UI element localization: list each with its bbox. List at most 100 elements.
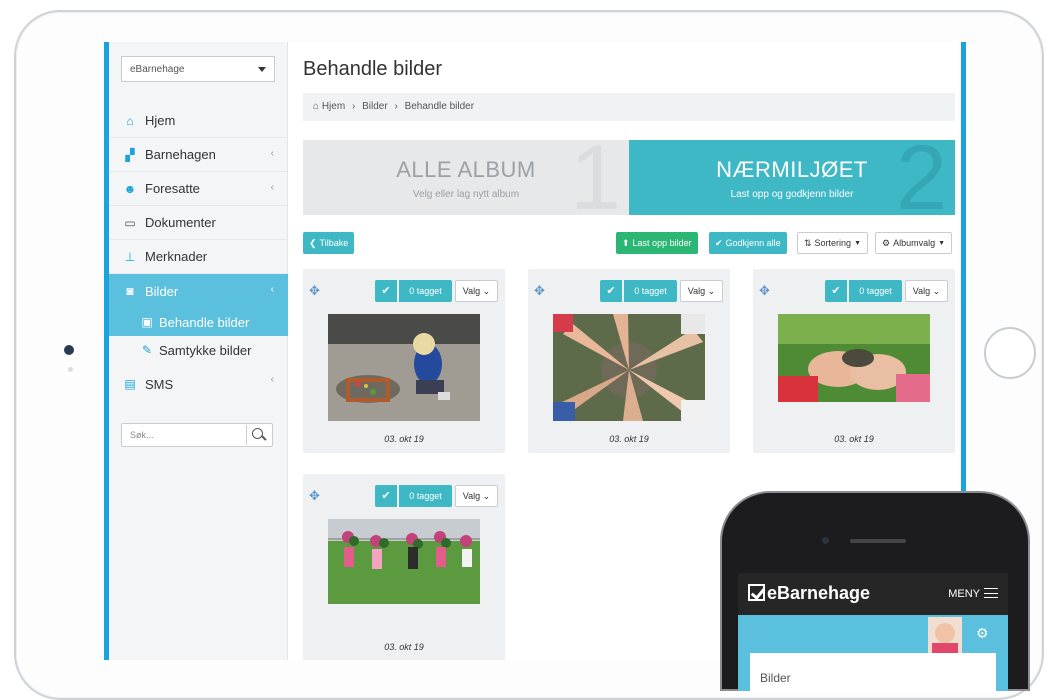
sidebar-item-foresatte[interactable]: ☻ Foresatte ‹ bbox=[109, 172, 288, 206]
wizard-step-subtitle: Velg eller lag nytt album bbox=[412, 189, 520, 200]
tag-count-button[interactable]: 0 tagget bbox=[399, 280, 452, 302]
tablet-sensor bbox=[68, 367, 73, 372]
camera-icon: ◙ bbox=[126, 284, 134, 298]
move-icon[interactable]: ✥ bbox=[309, 488, 320, 504]
image-card: ✥ ✔ 0 tagget Valg ⌄ 03. okt 19 bbox=[753, 269, 955, 453]
breadcrumb: ⌂ Hjem › Bilder › Behandle bilder bbox=[303, 93, 955, 121]
album-options-label: Albumvalg bbox=[893, 238, 936, 248]
sidebar-subitem-samtykke-bilder[interactable]: ✎ Samtykke bilder bbox=[109, 336, 288, 364]
sidebar-item-sms[interactable]: ▤ SMS ‹ bbox=[109, 364, 288, 404]
gears-icon: ⚙ bbox=[882, 237, 891, 248]
image-card: ✥ ✔ 0 tagget Valg ⌄ 03. okt 19 bbox=[303, 474, 505, 660]
gear-icon[interactable]: ⚙ bbox=[976, 625, 989, 642]
tag-count-button[interactable]: 0 tagget bbox=[849, 280, 902, 302]
wizard-step-title: ALLE ALBUM bbox=[396, 157, 536, 182]
sidebar-item-dokumenter[interactable]: ▭ Dokumenter bbox=[109, 206, 288, 240]
sidebar-item-label: Merknader bbox=[145, 249, 208, 264]
phone-content-card[interactable]: Bilder bbox=[750, 653, 996, 691]
check-circle-icon: ✔ bbox=[715, 237, 723, 248]
image-date: 03. okt 19 bbox=[834, 434, 874, 444]
sidebar-item-label: Bilder bbox=[145, 283, 179, 299]
home-icon: ⌂ bbox=[313, 101, 320, 112]
move-icon[interactable]: ✥ bbox=[534, 283, 545, 299]
avatar[interactable] bbox=[928, 617, 962, 653]
sidebar-item-label: Dokumenter bbox=[145, 215, 216, 230]
sidebar-search[interactable]: Søk... bbox=[121, 423, 273, 447]
back-button[interactable]: ❮ Tilbake bbox=[303, 232, 355, 254]
options-label: Valg bbox=[462, 491, 481, 501]
phone-screen: eBarnehage MENY ⚙ Bilder bbox=[738, 573, 1008, 691]
image-date: 03. okt 19 bbox=[384, 434, 424, 444]
photo-hands-frog[interactable] bbox=[778, 314, 930, 402]
tablet-camera bbox=[64, 345, 74, 355]
sidebar: eBarnehage ⌂ Hjem ▞ Barnehagen ‹ ☻ Fores… bbox=[109, 42, 288, 660]
tag-count-button[interactable]: 0 tagget bbox=[399, 485, 452, 507]
image-date: 03. okt 19 bbox=[609, 434, 649, 444]
search-input[interactable]: Søk... bbox=[130, 430, 154, 440]
sort-dropdown-label: Sortering bbox=[814, 238, 852, 248]
sidebar-item-merknader[interactable]: ⊥ Merknader bbox=[109, 240, 288, 274]
sidebar-nav: ⌂ Hjem ▞ Barnehagen ‹ ☻ Foresatte ‹ ▭ Do… bbox=[109, 104, 288, 404]
image-icon: ▣ bbox=[141, 315, 153, 329]
sort-dropdown[interactable]: ⇅ Sortering ▼ bbox=[797, 232, 869, 254]
breadcrumb-item-bilder[interactable]: Bilder bbox=[362, 101, 388, 112]
approve-check-button[interactable]: ✔ bbox=[600, 280, 622, 302]
wizard-step-subtitle: Last opp og godkjenn bilder bbox=[730, 189, 854, 200]
sitemap-icon: ▞ bbox=[125, 147, 135, 162]
phone-menu-button[interactable]: MENY bbox=[948, 588, 998, 600]
breadcrumb-separator: › bbox=[351, 101, 356, 112]
sidebar-item-label: Hjem bbox=[145, 113, 176, 128]
chevron-left-icon: ‹ bbox=[270, 148, 274, 159]
photo-child-stones[interactable] bbox=[328, 314, 480, 421]
move-icon[interactable]: ✥ bbox=[759, 283, 770, 299]
phone-camera bbox=[822, 537, 829, 544]
options-label: Valg bbox=[912, 286, 931, 296]
search-icon[interactable] bbox=[246, 425, 268, 445]
chevron-down-icon: ‹ bbox=[270, 284, 274, 295]
pin-icon: ⊥ bbox=[124, 249, 136, 264]
wizard-step-current-album[interactable]: 2 NÆRMILJØET Last opp og godkjenn bilder bbox=[629, 140, 955, 215]
sort-icon: ⇅ bbox=[804, 237, 812, 248]
photo-flower-boots[interactable] bbox=[328, 519, 480, 604]
chevron-left-icon: ‹ bbox=[270, 374, 274, 385]
approve-check-button[interactable]: ✔ bbox=[375, 485, 397, 507]
options-dropdown[interactable]: Valg ⌄ bbox=[455, 280, 498, 302]
options-label: Valg bbox=[462, 286, 481, 296]
options-label: Valg bbox=[687, 286, 706, 296]
upload-images-button[interactable]: ⬆ Last opp bilder bbox=[616, 232, 698, 254]
photo-hands-circle[interactable] bbox=[553, 314, 705, 421]
hamburger-icon bbox=[984, 588, 998, 598]
phone-profile-bar: ⚙ Bilder bbox=[738, 615, 1008, 691]
sidebar-item-barnehagen[interactable]: ▞ Barnehagen ‹ bbox=[109, 138, 288, 172]
folder-icon: ▭ bbox=[124, 215, 136, 230]
caret-down-icon bbox=[258, 67, 266, 72]
options-dropdown[interactable]: Valg ⌄ bbox=[455, 485, 498, 507]
wizard-step-title: NÆRMILJØET bbox=[716, 157, 868, 182]
wizard-step-all-albums[interactable]: 1 ALLE ALBUM Velg eller lag nytt album bbox=[303, 140, 629, 215]
sidebar-subitem-label: Samtykke bilder bbox=[159, 342, 252, 358]
brand-logo[interactable]: eBarnehage bbox=[748, 583, 870, 604]
kindergarten-select[interactable]: eBarnehage bbox=[121, 56, 275, 82]
options-dropdown[interactable]: Valg ⌄ bbox=[680, 280, 723, 302]
chevron-left-icon: ‹ bbox=[270, 182, 274, 193]
options-dropdown[interactable]: Valg ⌄ bbox=[905, 280, 948, 302]
sidebar-subitem-behandle-bilder[interactable]: ▣ Behandle bilder bbox=[109, 308, 288, 336]
approve-button-label: Godkjenn alle bbox=[725, 238, 781, 248]
sidebar-item-bilder[interactable]: ◙ Bilder ‹ bbox=[109, 274, 288, 308]
tag-count-button[interactable]: 0 tagget bbox=[624, 280, 677, 302]
move-icon[interactable]: ✥ bbox=[309, 283, 320, 299]
users-icon: ☻ bbox=[123, 181, 137, 196]
sidebar-item-label: SMS bbox=[145, 376, 174, 392]
home-button[interactable] bbox=[984, 327, 1036, 379]
sidebar-item-label: Barnehagen bbox=[145, 147, 216, 162]
image-card: ✥ ✔ 0 tagget Valg ⌄ 03. okt 19 bbox=[528, 269, 730, 453]
sidebar-item-hjem[interactable]: ⌂ Hjem bbox=[109, 104, 288, 138]
breadcrumb-item-hjem[interactable]: Hjem bbox=[322, 101, 345, 112]
page-title: Behandle bilder bbox=[303, 58, 442, 80]
approve-check-button[interactable]: ✔ bbox=[825, 280, 847, 302]
approve-all-button[interactable]: ✔ Godkjenn alle bbox=[709, 232, 787, 254]
sidebar-item-label: Foresatte bbox=[145, 181, 200, 196]
phone-speaker bbox=[850, 539, 906, 543]
album-options-dropdown[interactable]: ⚙ Albumvalg ▼ bbox=[875, 232, 953, 254]
approve-check-button[interactable]: ✔ bbox=[375, 280, 397, 302]
